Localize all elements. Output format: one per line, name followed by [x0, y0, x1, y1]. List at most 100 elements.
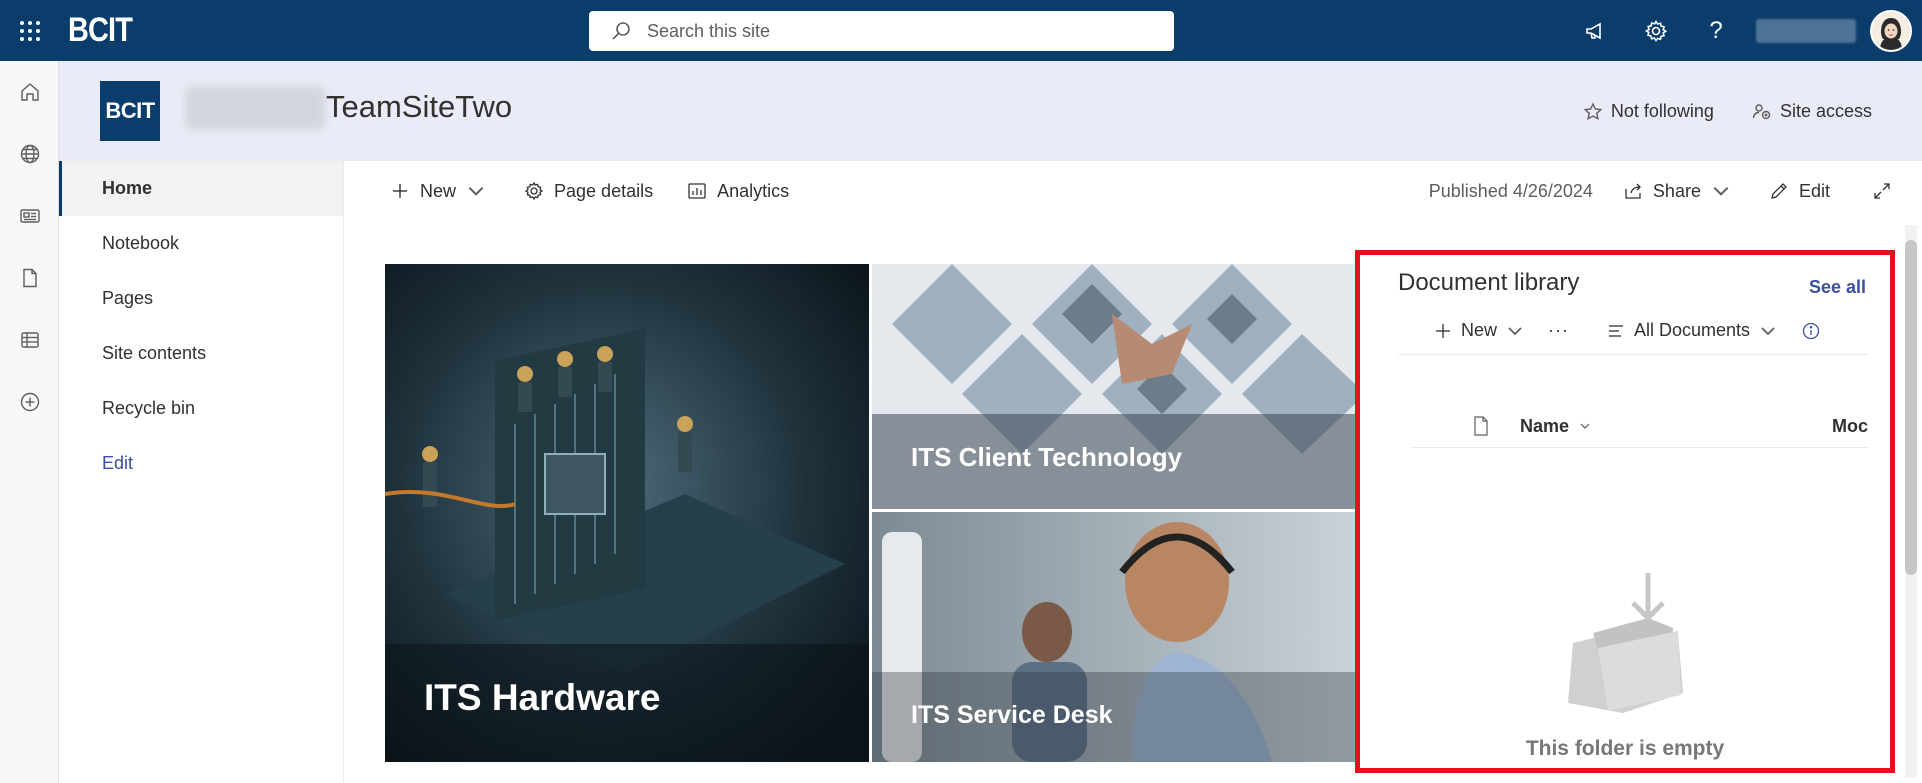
hero-tile-its-service-desk[interactable]: ITS Service Desk — [872, 512, 1355, 762]
doclib-info-button[interactable] — [1802, 322, 1820, 340]
suite-actions: ? — [1566, 0, 1922, 61]
doclib-view-label: All Documents — [1634, 320, 1751, 340]
page-details-label: Page details — [554, 180, 654, 201]
question-icon: ? — [1709, 16, 1723, 44]
hero-tile-its-hardware-title: ITS Hardware — [424, 677, 660, 718]
waffle-icon — [20, 20, 40, 41]
site-title[interactable]: TeamSiteTwo — [326, 89, 512, 125]
follow-button[interactable]: Not following — [1583, 101, 1714, 122]
hero-tile-its-hardware[interactable]: ITS Hardware — [385, 264, 869, 762]
hero-image-business-collage: ITS Client Technology — [872, 264, 1355, 509]
news-icon — [19, 209, 40, 223]
plus-icon — [393, 184, 407, 198]
gear-icon — [1644, 19, 1668, 42]
empty-folder-illustration — [1568, 573, 1683, 713]
hero-tile-its-client-technology[interactable]: ITS Client Technology — [872, 264, 1355, 509]
new-button[interactable]: New — [390, 181, 486, 202]
hero-tile-its-client-technology-title: ITS Client Technology — [911, 442, 1183, 472]
info-icon — [1802, 322, 1820, 339]
empty-folder-message: This folder is empty — [1525, 737, 1725, 760]
site-access-label: Site access — [1779, 101, 1872, 121]
user-name-redacted — [1756, 18, 1856, 43]
globe-icon — [20, 144, 39, 164]
appbar-files-button[interactable] — [0, 247, 59, 309]
share-button[interactable]: Share — [1623, 181, 1731, 202]
file-type-icon — [1474, 416, 1488, 436]
site-logo[interactable]: BCIT — [100, 81, 160, 141]
document-library-title[interactable]: Document library — [1398, 269, 1579, 297]
chevron-down-icon — [1580, 423, 1590, 429]
avatar[interactable] — [1870, 9, 1912, 52]
expand-button[interactable] — [1872, 181, 1892, 201]
appbar-lists-button[interactable] — [0, 309, 59, 371]
doclib-view-selector[interactable]: All Documents — [1607, 320, 1777, 341]
site-title-prefix-redacted — [185, 87, 325, 129]
nav-item-pages[interactable]: Pages — [59, 271, 343, 326]
org-brand-logo[interactable]: BCIT — [68, 11, 133, 50]
help-button[interactable]: ? — [1686, 0, 1746, 61]
hero-tile-its-service-desk-title: ITS Service Desk — [911, 701, 1113, 729]
share-icon — [1625, 183, 1641, 199]
page-command-bar-right: Published 4/26/2024 Share Edit — [1429, 161, 1892, 221]
search-icon — [612, 22, 630, 40]
share-label: Share — [1652, 180, 1701, 201]
document-library-webpart: Document library See all New ··· All Doc… — [1355, 250, 1895, 773]
suite-bar: BCIT Search this site ? — [0, 0, 1922, 61]
page-details-button[interactable]: Page details — [524, 181, 653, 202]
document-library-command-bar: New ··· All Documents — [1398, 307, 1868, 355]
edit-page-button[interactable]: Edit — [1769, 181, 1830, 202]
chevron-down-icon — [1713, 186, 1729, 196]
page-command-bar: New Page details Analytics Published 4/2… — [345, 161, 1922, 221]
edit-label: Edit — [1798, 180, 1830, 201]
nav-item-notebook[interactable]: Notebook — [59, 216, 343, 271]
appbar-home-button[interactable] — [0, 61, 59, 123]
document-list-header: Name Moc — [1410, 405, 1868, 448]
site-search-box[interactable]: Search this site — [589, 11, 1174, 51]
chevron-down-icon — [1761, 326, 1775, 335]
analytics-button[interactable]: Analytics — [687, 181, 789, 202]
site-access-button[interactable]: Site access — [1752, 101, 1872, 122]
app-launcher-button[interactable] — [0, 0, 60, 61]
site-header: BCIT TeamSiteTwo Not following Site acce… — [59, 61, 1922, 161]
feedback-button[interactable] — [1566, 0, 1626, 61]
follow-label: Not following — [1610, 101, 1714, 121]
app-bar — [0, 61, 59, 783]
new-label: New — [420, 180, 457, 201]
nav-item-site-contents[interactable]: Site contents — [59, 326, 343, 381]
megaphone-icon — [1586, 22, 1601, 39]
chevron-down-icon — [1508, 326, 1522, 335]
page-scrollbar-thumb[interactable] — [1905, 240, 1917, 575]
appbar-create-button[interactable] — [0, 371, 59, 433]
expand-icon — [1874, 183, 1890, 199]
list-icon — [20, 332, 39, 348]
column-header-modified[interactable]: Moc — [1832, 416, 1868, 437]
chevron-down-icon — [468, 186, 484, 196]
plus-icon — [1436, 323, 1450, 338]
column-header-name[interactable]: Name — [1520, 416, 1591, 437]
gear-icon — [524, 181, 544, 201]
see-all-link[interactable]: See all — [1809, 277, 1866, 298]
analytics-label: Analytics — [717, 180, 790, 201]
site-navigation: Home Notebook Pages Site contents Recycl… — [59, 161, 344, 783]
published-date: Published 4/26/2024 — [1428, 180, 1593, 201]
settings-button[interactable] — [1626, 0, 1686, 61]
column-name-label: Name — [1520, 415, 1570, 436]
nav-item-home[interactable]: Home — [59, 161, 343, 216]
nav-item-recycle-bin[interactable]: Recycle bin — [59, 381, 343, 436]
hero-image-circuit-board: ITS Hardware — [385, 264, 869, 762]
hero-image-support-agent: ITS Service Desk — [872, 512, 1355, 762]
doclib-new-label: New — [1461, 320, 1498, 340]
home-icon — [20, 83, 39, 101]
site-header-actions: Not following Site access — [1583, 101, 1872, 122]
add-icon — [20, 392, 39, 412]
user-avatar-icon — [1872, 11, 1910, 50]
view-lines-icon — [1609, 324, 1623, 337]
nav-edit-link[interactable]: Edit — [59, 436, 343, 491]
appbar-news-button[interactable] — [0, 185, 59, 247]
search-placeholder: Search this site — [647, 20, 771, 41]
doclib-new-button[interactable]: New — [1434, 320, 1524, 341]
analytics-icon — [688, 183, 706, 199]
doclib-more-button[interactable]: ··· — [1548, 320, 1569, 341]
people-access-icon — [1752, 103, 1771, 119]
appbar-sites-button[interactable] — [0, 123, 59, 185]
